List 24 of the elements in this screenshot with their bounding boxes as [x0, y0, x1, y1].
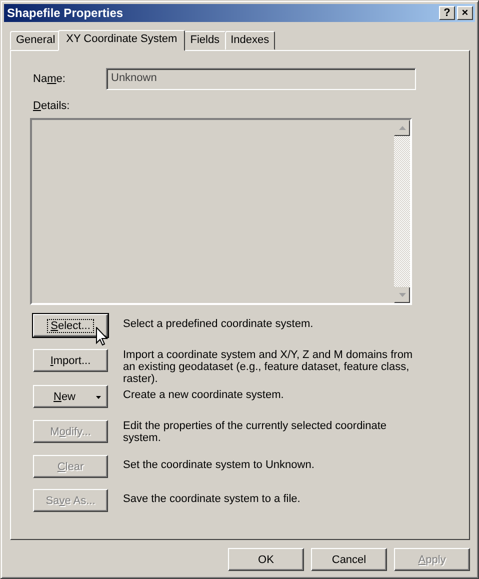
field-label: Name:: [33, 73, 66, 85]
down-arrow-icon: [398, 293, 406, 297]
dialog-button[interactable]: Cancel: [311, 548, 387, 571]
window-title: Shapefile Properties: [7, 6, 124, 20]
up-arrow-icon: [398, 126, 406, 130]
close-button[interactable]: ×: [457, 6, 473, 20]
scroll-down-button[interactable]: [394, 287, 410, 303]
help-button[interactable]: ?: [439, 6, 455, 20]
description: Select a predefined coordinate system.: [123, 317, 314, 330]
tab[interactable]: XY Coordinate System: [58, 30, 186, 51]
description: Edit the properties of the currently selected coordinate system.: [123, 420, 388, 444]
field-label: Details:: [33, 100, 71, 112]
dialog-button[interactable]: OK: [228, 548, 304, 571]
description: Import a coordinate system and X/Y, Z and M domains from an existing geodataset (e.g., feature dataset, feature class, raster).: [123, 349, 413, 385]
scroll-up-button[interactable]: [394, 120, 410, 136]
caret-icon: [96, 396, 101, 399]
action-button[interactable]: Import...: [33, 349, 108, 372]
dropdown-button[interactable]: New: [33, 385, 108, 408]
pointer-icon: [96, 327, 108, 346]
description: Create a new coordinate system.: [123, 388, 285, 401]
name-field: Unknown: [106, 68, 416, 90]
description: Save the coordinate system to a file.: [123, 492, 302, 505]
tab[interactable]: Indexes: [224, 31, 276, 50]
description: Set the coordinate system to Unknown.: [123, 458, 316, 471]
